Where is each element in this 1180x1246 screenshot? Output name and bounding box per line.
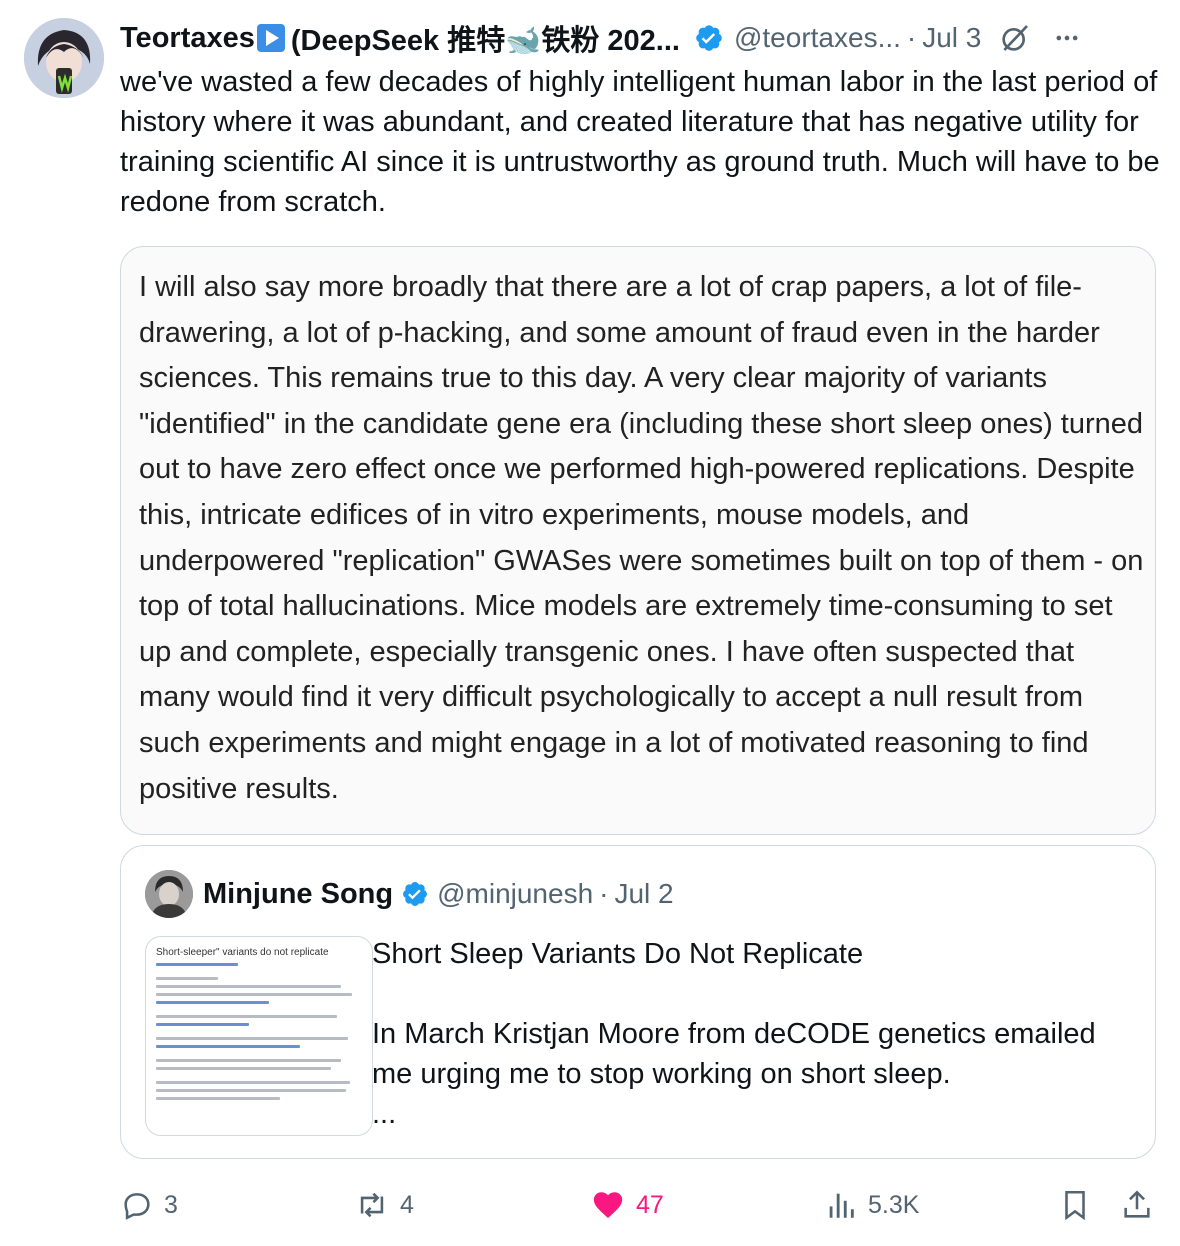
repost-button[interactable]: 4 xyxy=(354,1182,414,1228)
verified-badge-icon xyxy=(694,23,724,53)
quoted-article-title: Short Sleep Variants Do Not Replicate xyxy=(372,938,864,970)
reply-count: 3 xyxy=(164,1190,178,1219)
thumbnail-title: Short-sleeper" variants do not replicate xyxy=(156,947,329,958)
view-count: 5.3K xyxy=(868,1190,920,1219)
quoted-tweet-ellipsis: ... xyxy=(372,1098,397,1130)
quoted-author-avatar xyxy=(145,870,193,918)
author-display-name[interactable]: Teortaxes xyxy=(120,22,255,55)
reply-button[interactable]: 3 xyxy=(120,1182,178,1228)
views-button[interactable]: 5.3K xyxy=(824,1182,919,1228)
quoted-tweet-text: In March Kristjan Moore from deCODE gene… xyxy=(372,1018,1096,1090)
action-bar: 3 4 47 5.3K xyxy=(120,1182,1160,1228)
attached-image[interactable]: I will also say more broadly that there … xyxy=(120,246,1156,835)
separator-dot: · xyxy=(906,22,917,53)
repost-icon xyxy=(360,1192,384,1218)
quoted-tweet-thumbnail: Short-sleeper" variants do not replicate xyxy=(145,936,373,1136)
heart-icon xyxy=(593,1192,623,1219)
quoted-author-name: Minjune Song xyxy=(203,877,394,910)
quoted-tweet-date: Jul 2 xyxy=(614,878,674,909)
tweet-date[interactable]: Jul 3 xyxy=(922,22,981,54)
share-button[interactable] xyxy=(1120,1182,1164,1228)
play-emoji-icon xyxy=(256,24,285,52)
verified-badge-icon xyxy=(401,880,429,908)
like-count: 47 xyxy=(636,1190,664,1219)
bookmark-icon xyxy=(1065,1190,1085,1221)
tweet-header: Teortaxes (DeepSeek 推特🐋铁粉 202... @teorta… xyxy=(120,18,1160,58)
repost-count: 4 xyxy=(400,1190,414,1219)
author-display-name-suffix[interactable]: (DeepSeek 推特🐋铁粉 202... xyxy=(291,17,680,59)
quoted-author-handle: @minjunesh xyxy=(437,878,594,909)
image-text: I will also say more broadly that there … xyxy=(139,271,1144,805)
like-button[interactable]: 47 xyxy=(590,1182,664,1228)
share-icon xyxy=(1124,1190,1150,1218)
quoted-tweet-header: Minjune Song @minjunesh · Jul 2 xyxy=(145,870,674,918)
author-handle[interactable]: @teortaxes... xyxy=(734,22,901,54)
more-options-icon[interactable] xyxy=(1053,24,1081,52)
author-avatar[interactable] xyxy=(24,18,104,98)
views-icon xyxy=(829,1193,854,1218)
bookmark-button[interactable] xyxy=(1058,1182,1102,1228)
separator-dot: · xyxy=(599,878,609,909)
reply-icon xyxy=(124,1193,150,1220)
quoted-tweet[interactable]: Minjune Song @minjunesh · Jul 2 Short-sl… xyxy=(120,845,1156,1159)
grok-icon[interactable] xyxy=(999,22,1031,54)
tweet-text: we've wasted a few decades of highly int… xyxy=(120,66,1160,218)
